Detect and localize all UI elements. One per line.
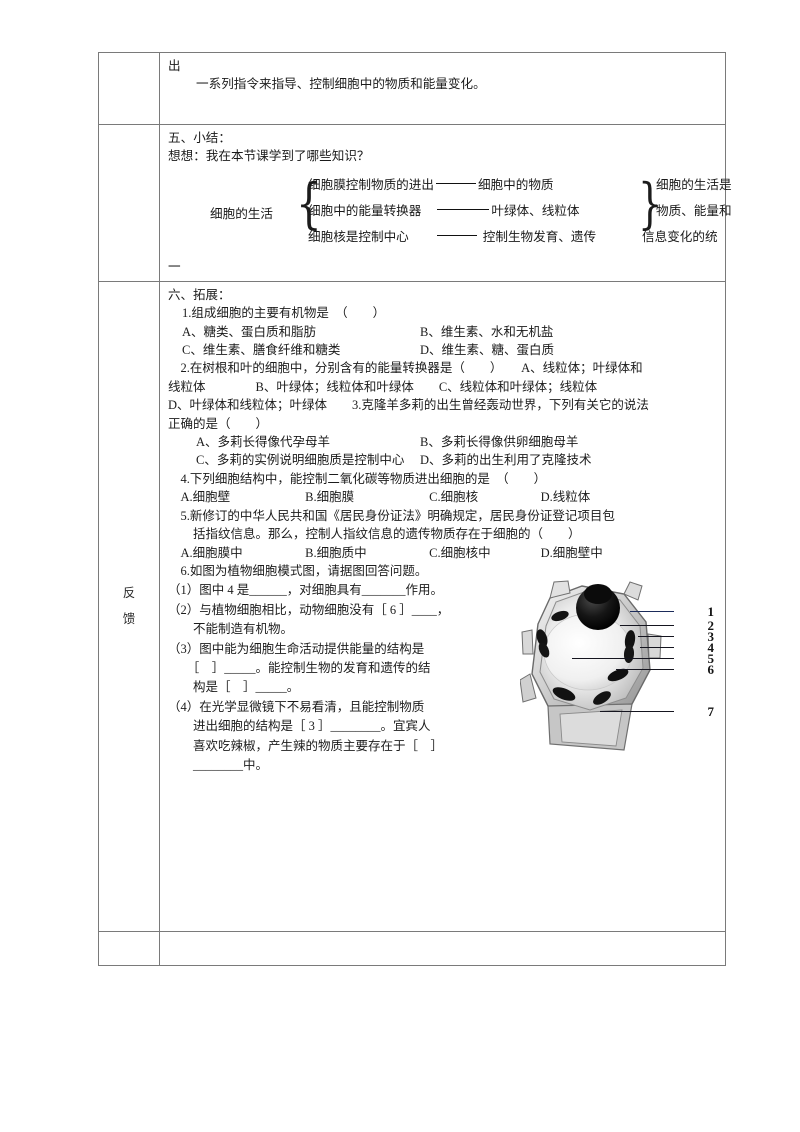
diagram-row-2-right: 叶绿体、线粒体 [491,203,580,218]
question-6-sub-4-cont-a: 进出细胞的结构是［ 3 ］________。宜宾人 [168,719,431,734]
question-3-option-row-1: A、多莉长得像代孕母羊 B、多莉长得像供卵细胞母羊 [168,433,719,451]
question-1-stem: 1.组成细胞的主要有机物是 （ ） [182,306,386,321]
diagram-root-label: 细胞的生活 [210,206,273,221]
body-cell-summary: 五、小结： 想想：我在本节课学到了哪些知识？ 细胞的生活 { 细胞膜控制物质的进… [159,124,732,282]
leader-line-7 [600,710,674,712]
question-2-line-1: 2.在树根和叶的细胞中，分别含有的能量转换器是（ ） A、线粒体；叶绿体和 [168,361,643,376]
question-6-sub-2: （2）与植物细胞相比，动物细胞没有［ 6 ］____， [168,602,450,617]
table-row-trailing [98,930,726,966]
summary-heading: 五、小结： [168,131,231,145]
figure-label-column: 1 2 3 4 5 6 7 [572,578,720,753]
label-cell-feedback: 反 馈 [98,280,160,932]
plant-cell-figure: 1 2 3 4 5 6 7 [520,578,720,753]
question-1-option-row-2: C、维生素、膳食纤维和糖类 D、维生素、糖、蛋白质 [168,341,719,359]
question-6-sub-3-cont-a: ［ ］_____。能控制生物的发育和遗传的结 [168,660,431,675]
summary-prompt: 想想：我在本节课学到了哪些知识？ [168,149,370,164]
diagram-row-1-left: 细胞膜控制物质的进出 [308,177,434,192]
question-4-stem: 4.下列细胞结构中，能控制二氧化碳等物质进出细胞的是 （ ） [168,471,547,486]
question-3-line-1: D、叶绿体和线粒体；叶绿体 3.克隆羊多莉的出生曾经轰动世界，下列有关它的说法 [168,398,649,413]
body-cell-extension: 六、拓展： 1.组成细胞的主要有机物是 （ ） A、糖类、蛋白质和脂肪 B、维生素… [159,280,726,932]
question-1-option-d: D、维生素、糖、蛋白质 [420,343,555,358]
summary-brace-diagram: 细胞的生活 { 细胞膜控制物质的进出 细胞中的物质 细胞中的能量转换器 叶绿体、线粒… [168,172,732,258]
lesson-plan-table: 出 一系列指令来指导、控制细胞中的物质和能量变化。 五、小结： 想想：我在本节课… [98,52,732,966]
question-3-options: A、多莉长得像代孕母羊 B、多莉长得像供卵细胞母羊 C、多莉的实例说明细胞质是控制… [168,433,719,470]
feedback-char-2: 馈 [122,611,136,626]
question-1-option-b: B、维生素、水和无机盐 [420,324,554,339]
body-cell-continuation: 出 一系列指令来指导、控制细胞中的物质和能量变化。 [159,52,726,125]
diagram-row-3-dash [436,235,477,237]
leader-line-6 [616,668,674,670]
diagram-conclusion-1: 细胞的生活是 [656,177,732,192]
question-6-sub-3-cont-b: 构是［ ］_____。 [168,680,300,695]
feedback-label: 反 馈 [99,587,159,625]
question-3-option-d: D、多莉的出生利用了克隆技术 [420,453,592,468]
leader-line-4 [640,646,674,648]
leader-line-5 [572,657,674,659]
figure-label-1: 1 [707,603,715,619]
question-6-stem: 6.如图为植物细胞模式图，请据图回答问题。 [168,563,428,578]
diagram-row-2-dash [437,209,490,211]
extension-heading: 六、拓展： [168,287,231,302]
question-6-sub-3: （3）图中能为细胞生命活动提供能量的结构是 [168,641,425,656]
question-6-sub-4: （4）在光学显微镜下不易看清，且能控制物质 [168,699,425,714]
continuation-line-2: 一系列指令来指导、控制细胞中的物质和能量变化。 [196,77,486,92]
question-3-option-c: C、多莉的实例说明细胞质是控制中心 [196,453,405,468]
diagram-row-3: 细胞核是控制中心 控制生物发育、遗传 [308,226,596,252]
leader-line-1 [630,610,674,612]
figure-label-6: 6 [707,661,715,677]
question-3-option-a: A、多莉长得像代孕母羊 [196,435,331,450]
question-1-option-row-1: A、糖类、蛋白质和脂肪 B、维生素、水和无机盐 [168,323,719,341]
table-row-summary: 五、小结： 想想：我在本节课学到了哪些知识？ 细胞的生活 { 细胞膜控制物质的进… [98,124,732,282]
plant-cell-illustration [520,578,668,753]
question-5-line-1: 5.新修订的中华人民共和国《居民身份证法》明确规定，居民身份证登记项目包 [168,508,615,523]
figure-label-7: 7 [707,703,715,719]
diagram-row-3-left: 细胞核是控制中心 [308,229,409,244]
table-row-continuation: 出 一系列指令来指导、控制细胞中的物质和能量变化。 [98,52,726,125]
diagram-row-3-right: 控制生物发育、遗传 [482,229,597,244]
diagram-conclusion-2: 物质、能量和 [656,203,732,218]
question-3-option-b: B、多莉长得像供卵细胞母羊 [420,435,579,450]
question-1-options: A、糖类、蛋白质和脂肪 B、维生素、水和无机盐 C、维生素、膳食纤维和糖类 D、维生… [168,323,719,360]
question-6-block: 6.如图为植物细胞模式图，请据图回答问题。 （1）图中 4 是______，对细… [168,562,516,775]
document-page: 出 一系列指令来指导、控制细胞中的物质和能量变化。 五、小结： 想想：我在本节课… [0,0,800,1132]
diagram-row-2: 细胞中的能量转换器 叶绿体、线粒体 [308,200,580,226]
leader-line-3 [638,635,674,637]
question-6-sub-2-cont: 不能制造有机物。 [168,622,294,637]
question-2-line-2: 线粒体 B、叶绿体；线粒体和叶绿体 C、线粒体和叶绿体；线粒体 [168,379,598,394]
label-cell-empty-summary [98,124,160,282]
question-1-option-a: A、糖类、蛋白质和脂肪 [182,324,317,339]
question-1-option-c: C、维生素、膳食纤维和糖类 [182,343,341,358]
question-6-sub-4-cont-c: ________中。 [168,757,269,772]
question-6-sub-1: （1）图中 4 是______，对细胞具有_______作用。 [168,583,444,598]
label-cell-empty-top [98,52,160,125]
question-area: 六、拓展： 1.组成细胞的主要有机物是 （ ） A、糖类、蛋白质和脂肪 B、维生素… [168,286,719,776]
body-cell-empty-bottom [159,930,726,966]
label-cell-empty-bottom [98,930,160,966]
table-row-extension: 反 馈 六、拓展： 1.组成细胞的主要有机物是 （ ） A、糖类、蛋白质和脂肪 B… [98,280,726,932]
diagram-conclusion-3: 信息变化的统 [642,229,718,244]
diagram-row-1: 细胞膜控制物质的进出 细胞中的物质 [308,174,554,200]
leader-line-2 [620,624,674,626]
feedback-char-1: 反 [122,586,136,601]
question-5-line-2: 括指纹信息。那么，控制人指纹信息的遗传物质存在于细胞的（ ） [168,527,581,542]
question-3-option-row-2: C、多莉的实例说明细胞质是控制中心 D、多莉的出生利用了克隆技术 [168,451,719,469]
diagram-trailing-char: 一 [168,259,181,274]
continuation-line-1: 出 [168,59,181,73]
diagram-row-1-right: 细胞中的物质 [477,177,554,192]
diagram-row-1-dash [435,183,476,185]
question-5-options: A.细胞膜中 B.细胞质中 C.细胞核中 D.细胞壁中 [168,545,603,560]
question-4-options: A.细胞壁 B.细胞膜 C.细胞核 D.线粒体 [168,490,591,505]
question-3-line-2: 正确的是（ ） [168,416,269,431]
question-6-sub-4-cont-b: 喜欢吃辣椒，产生辣的物质主要存在于［ ］ [168,738,444,753]
diagram-row-2-left: 细胞中的能量转换器 [308,203,422,218]
